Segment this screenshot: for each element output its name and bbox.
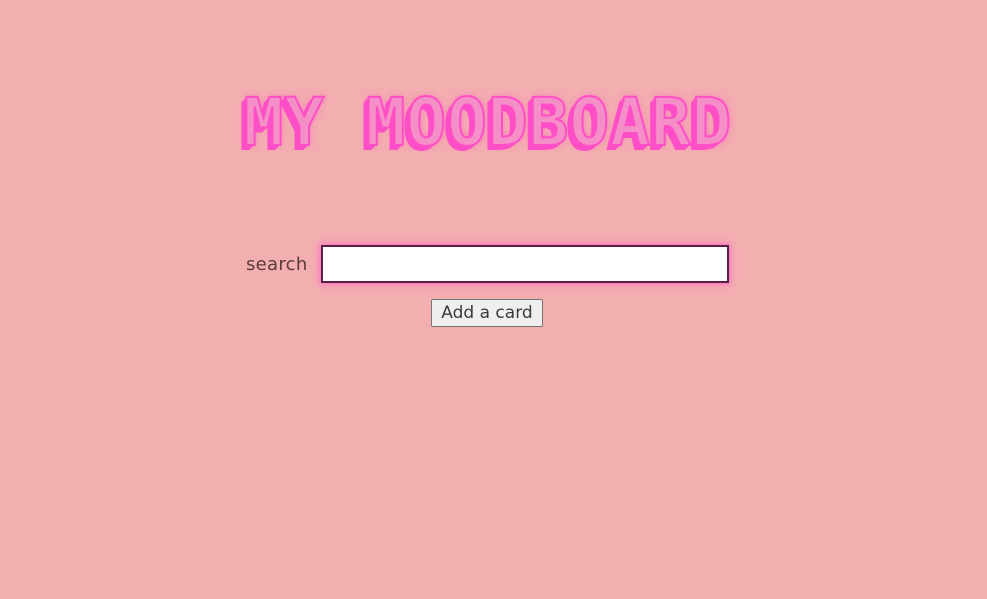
search-input[interactable] xyxy=(320,245,729,283)
add-card-button[interactable]: Add a card xyxy=(431,299,543,327)
search-row: search xyxy=(246,245,729,283)
page: MY MOODBOARD search Add a card xyxy=(0,0,987,599)
search-label: search xyxy=(246,253,308,275)
page-title: MY MOODBOARD xyxy=(243,83,733,162)
